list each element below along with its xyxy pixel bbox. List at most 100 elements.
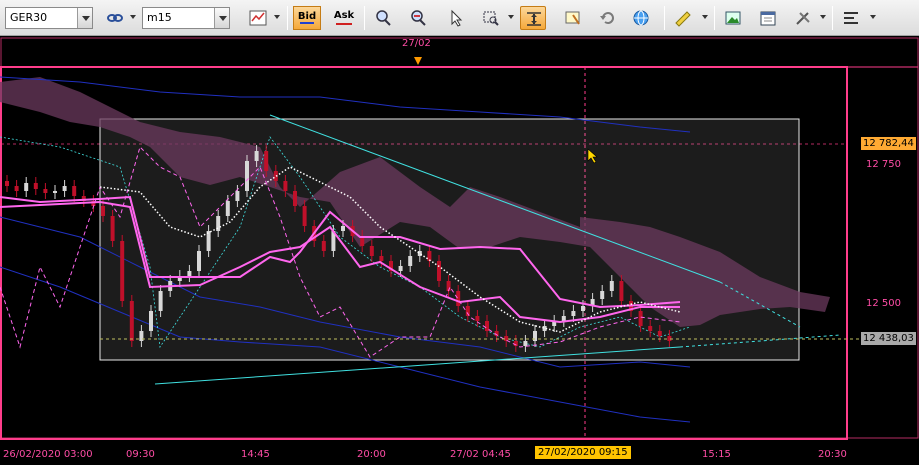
bid-button[interactable]: Bid — [293, 6, 321, 30]
candle-body — [53, 191, 57, 193]
candle-body — [120, 241, 125, 301]
image-button[interactable] — [720, 6, 746, 30]
alert-button[interactable] — [560, 6, 586, 30]
candle-body — [43, 189, 48, 193]
zoom-in-button[interactable] — [370, 6, 396, 30]
cursor-button[interactable] — [443, 6, 469, 30]
chart-type-icon — [249, 10, 267, 26]
candle-body — [581, 306, 585, 311]
candle-body — [206, 231, 211, 251]
toolbar-separator — [832, 6, 833, 30]
time-label-1: 09:30 — [126, 449, 155, 460]
zoom-out-button[interactable] — [405, 6, 431, 30]
candle-body — [609, 281, 614, 291]
candle-body — [398, 266, 403, 271]
candle-body — [225, 201, 230, 216]
price-badge-top: 12 782,44 — [861, 137, 916, 150]
cursor-time-badge: 27/02/2020 09:15 — [535, 446, 631, 459]
candle-body — [110, 216, 115, 241]
candle-body — [485, 321, 489, 331]
toolbar-separator — [714, 6, 715, 30]
price-chart[interactable]: 27/02 12 782,44 12 750 12 500 12 438,03 … — [0, 37, 919, 465]
time-label-2: 14:45 — [241, 449, 270, 460]
candle-body — [321, 241, 326, 251]
candle-body — [235, 191, 240, 201]
symbol-value: GER30 — [10, 11, 48, 24]
candle-body — [72, 186, 77, 196]
chevron-down-icon[interactable] — [77, 8, 92, 28]
symbol-select[interactable]: GER30 — [5, 7, 93, 29]
time-marker-icon — [414, 57, 422, 65]
chevron-down-icon[interactable] — [214, 8, 229, 28]
zoom-in-icon — [376, 10, 391, 26]
chart-type-button[interactable] — [245, 6, 271, 30]
candle-body — [245, 161, 249, 191]
calendar-icon — [760, 11, 776, 26]
trading-app: GER30 m15 Bid Ask 27/02 12 782,44 12 750… — [0, 0, 919, 465]
candle-body — [302, 206, 307, 226]
ruler-icon — [675, 11, 691, 27]
candle-body — [475, 316, 480, 321]
cursor-icon — [451, 9, 463, 27]
alert-icon — [565, 11, 580, 25]
candle-body — [341, 226, 345, 231]
candle-body — [427, 251, 432, 261]
candle-body — [648, 326, 653, 331]
indicators-icon — [844, 12, 858, 24]
time-label-5: 15:15 — [702, 449, 731, 460]
candle-body — [379, 256, 384, 261]
candle-body — [619, 281, 624, 301]
bid-underline — [300, 22, 314, 24]
candle-body — [369, 246, 374, 256]
time-label-3: 20:00 — [357, 449, 386, 460]
candle-body — [571, 311, 576, 316]
price-level-12500: 12 500 — [866, 298, 901, 309]
ruler-dropdown-arrow[interactable] — [702, 15, 708, 19]
candle-body — [437, 261, 441, 281]
ask-underline — [336, 23, 352, 25]
price-level-12750: 12 750 — [866, 159, 901, 170]
indicators-dropdown-arrow[interactable] — [870, 15, 876, 19]
candle-body — [187, 271, 192, 276]
toolbar-separator — [664, 6, 665, 30]
candle-body — [600, 291, 605, 299]
globe-icon — [633, 10, 649, 26]
toolbar-separator — [287, 6, 288, 30]
tools-button[interactable] — [790, 6, 816, 30]
candle-body — [561, 316, 566, 321]
tools-icon — [796, 12, 810, 25]
refresh-button[interactable] — [595, 6, 621, 30]
scroll-icon — [527, 12, 541, 26]
link-button[interactable] — [102, 6, 128, 30]
tools-dropdown-arrow[interactable] — [820, 15, 826, 19]
candle-body — [62, 186, 67, 191]
candle-body — [14, 186, 19, 191]
ruler-button[interactable] — [670, 6, 696, 30]
chart-canvas[interactable] — [0, 37, 919, 465]
ask-button[interactable]: Ask — [330, 6, 358, 30]
calendar-button[interactable] — [755, 6, 781, 30]
scroll-button[interactable] — [520, 6, 546, 30]
ask-label: Ask — [333, 10, 355, 21]
candle-body — [5, 181, 9, 186]
time-label-0: 26/02/2020 03:00 — [3, 449, 93, 460]
candle-body — [149, 311, 153, 331]
candle-body — [129, 301, 134, 341]
candle-body — [254, 151, 259, 161]
candle-body — [264, 151, 269, 171]
link-icon — [107, 14, 123, 22]
time-label-6: 20:30 — [818, 449, 847, 460]
indicators-button[interactable] — [838, 6, 864, 30]
chart-type-dropdown-arrow[interactable] — [274, 15, 280, 19]
link-dropdown-arrow[interactable] — [130, 15, 136, 19]
bid-label: Bid — [297, 11, 317, 22]
main-toolbar: GER30 m15 Bid Ask — [0, 0, 919, 36]
timeframe-select[interactable]: m15 — [142, 7, 230, 29]
candle-body — [101, 206, 105, 216]
candle-body — [293, 191, 297, 206]
zoom-box-button[interactable] — [478, 6, 504, 30]
candle-body — [33, 183, 38, 189]
globe-button[interactable] — [628, 6, 654, 30]
zoom-box-dropdown-arrow[interactable] — [508, 15, 514, 19]
zoom-out-icon — [411, 10, 426, 26]
